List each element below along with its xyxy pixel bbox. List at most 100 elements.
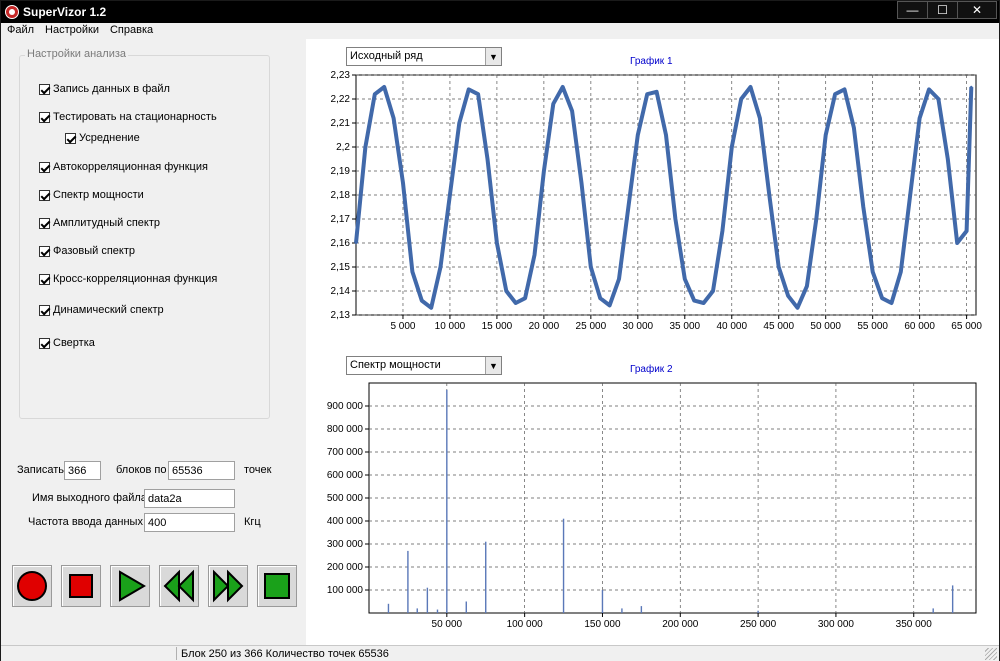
- option-dynamic-spectrum[interactable]: Динамический спектр: [39, 304, 164, 316]
- chart1-data-point: [664, 133, 668, 137]
- chart1-data-point: [542, 169, 546, 173]
- blocks-count-input[interactable]: [64, 461, 101, 480]
- settings-panel: Настройки анализа Запись данных в файл Т…: [1, 39, 306, 645]
- option-convolution[interactable]: Свертка: [39, 337, 95, 349]
- chart1-data-point: [758, 117, 762, 120]
- chart2-bar: [640, 606, 643, 613]
- chart2-plot: 50 000 100 000 150 000 200 000 250 000 300 00…: [327, 382, 977, 630]
- stop-green-button[interactable]: [257, 565, 297, 607]
- chart2-y-tick-label: 100 000: [327, 585, 364, 596]
- option-power-spectrum[interactable]: Спектр мощности: [39, 189, 144, 201]
- checkbox[interactable]: [39, 273, 50, 285]
- output-file-input[interactable]: [144, 489, 235, 508]
- chart1-data-point: [862, 205, 865, 209]
- chart2-bar: [932, 608, 934, 613]
- checkbox[interactable]: [65, 132, 76, 144]
- chart1-data-point: [495, 241, 499, 245]
- checkbox[interactable]: [39, 337, 50, 349]
- blocks-by-label: блоков по: [116, 464, 167, 476]
- option-phase-spectrum[interactable]: Фазовый спектр: [39, 245, 135, 257]
- option-autocorrelation[interactable]: Автокорреляционная функция: [39, 161, 208, 173]
- chart1-data-point: [401, 181, 405, 185]
- chart1-type-select[interactable]: Исходный ряд ▼: [346, 47, 502, 66]
- input-frequency-input[interactable]: [144, 513, 235, 532]
- option-label: Фазовый спектр: [53, 245, 136, 257]
- checkbox[interactable]: [39, 217, 50, 229]
- rewind-button[interactable]: [159, 565, 199, 607]
- write-label: Записать: [17, 464, 65, 476]
- chart1-data-point: [796, 306, 799, 309]
- chart1-x-tick-label: 45 000: [763, 321, 794, 332]
- checkbox[interactable]: [39, 111, 50, 123]
- chart1-select-value: Исходный ряд: [350, 50, 423, 62]
- chart1-data-point: [927, 88, 931, 91]
- points-label: точек: [244, 464, 272, 476]
- fast-forward-button[interactable]: [208, 565, 248, 607]
- chart1-data-point: [514, 301, 517, 305]
- chart1-data-point: [627, 205, 630, 209]
- chart2-y-tick-label: 600 000: [327, 470, 364, 481]
- chart1-title: График 1: [630, 56, 673, 67]
- record-button[interactable]: [12, 565, 52, 607]
- checkbox[interactable]: [39, 161, 50, 173]
- maximize-button[interactable]: ☐: [928, 2, 958, 18]
- chart1-data-point: [599, 297, 602, 300]
- chart1-data-point: [815, 217, 818, 221]
- play-button[interactable]: [110, 565, 150, 607]
- chart2-type-select[interactable]: Спектр мощности ▼: [346, 356, 502, 375]
- points-per-block-input[interactable]: [168, 461, 235, 480]
- chart1-x-tick-label: 5 000: [390, 321, 415, 332]
- checkbox[interactable]: [39, 83, 50, 95]
- stop-button[interactable]: [61, 565, 101, 607]
- chevron-down-icon[interactable]: ▼: [485, 357, 501, 374]
- chart1-data-point: [411, 270, 414, 273]
- close-button[interactable]: ✕: [958, 2, 996, 18]
- chevron-down-icon[interactable]: ▼: [485, 48, 501, 65]
- chart1-data-point: [824, 133, 827, 137]
- chart1-data-point: [655, 90, 658, 93]
- menu-settings[interactable]: Настройки: [39, 23, 104, 39]
- menu-bar: Файл Настройки Справка: [1, 23, 999, 39]
- option-averaging[interactable]: Усреднение: [65, 132, 140, 144]
- chart1-data-point: [702, 301, 705, 305]
- chart1-x-tick-label: 20 000: [529, 321, 560, 332]
- chart1-data-point: [749, 85, 752, 89]
- option-stationarity-test[interactable]: Тестировать на стационарность: [39, 111, 217, 123]
- chart2-x-tick-label: 350 000: [896, 619, 933, 630]
- minimize-button[interactable]: —: [898, 2, 928, 18]
- chart1-x-tick-label: 30 000: [623, 321, 654, 332]
- checkbox[interactable]: [39, 189, 50, 201]
- square-icon: [264, 573, 290, 599]
- chart1-data-point: [476, 93, 480, 96]
- app-logo-icon: [5, 5, 19, 19]
- chart1-y-tick-label: 2,13: [331, 310, 351, 321]
- chart1-data-point: [561, 85, 564, 89]
- option-amplitude-spectrum[interactable]: Амплитудный спектр: [39, 217, 160, 229]
- chart1-data-point: [392, 117, 395, 120]
- chart1-data-point: [768, 193, 771, 197]
- chart1-data-point: [899, 270, 903, 273]
- chart2-bar: [562, 518, 565, 613]
- chart1-x-tick-label: 65 000: [951, 321, 982, 332]
- record-icon: [17, 571, 47, 601]
- rewind-icon: [163, 569, 194, 603]
- chart1-data-point: [674, 217, 677, 221]
- resize-grip-icon[interactable]: [985, 648, 997, 660]
- menu-file[interactable]: Файл: [1, 23, 39, 39]
- checkbox[interactable]: [39, 245, 50, 257]
- chart1-data-point: [871, 270, 874, 273]
- status-bar: Блок 250 из 366 Количество точек 65536: [1, 645, 999, 661]
- checkbox[interactable]: [39, 304, 50, 316]
- stop-icon: [69, 574, 93, 598]
- chart1-y-tick-label: 2,22: [331, 94, 351, 105]
- option-cross-correlation[interactable]: Кросс-корреляционная функция: [39, 273, 217, 285]
- option-write-to-file[interactable]: Запись данных в файл: [39, 83, 170, 95]
- chart1-data-point: [880, 297, 884, 300]
- menu-help[interactable]: Справка: [104, 23, 158, 39]
- chart2-bar: [436, 609, 439, 613]
- option-label: Амплитудный спектр: [53, 217, 160, 229]
- chart2-select-value: Спектр мощности: [350, 359, 441, 371]
- chart2-y-tick-label: 500 000: [327, 493, 364, 504]
- status-separator: [176, 647, 177, 660]
- chart1-data-point: [786, 294, 790, 297]
